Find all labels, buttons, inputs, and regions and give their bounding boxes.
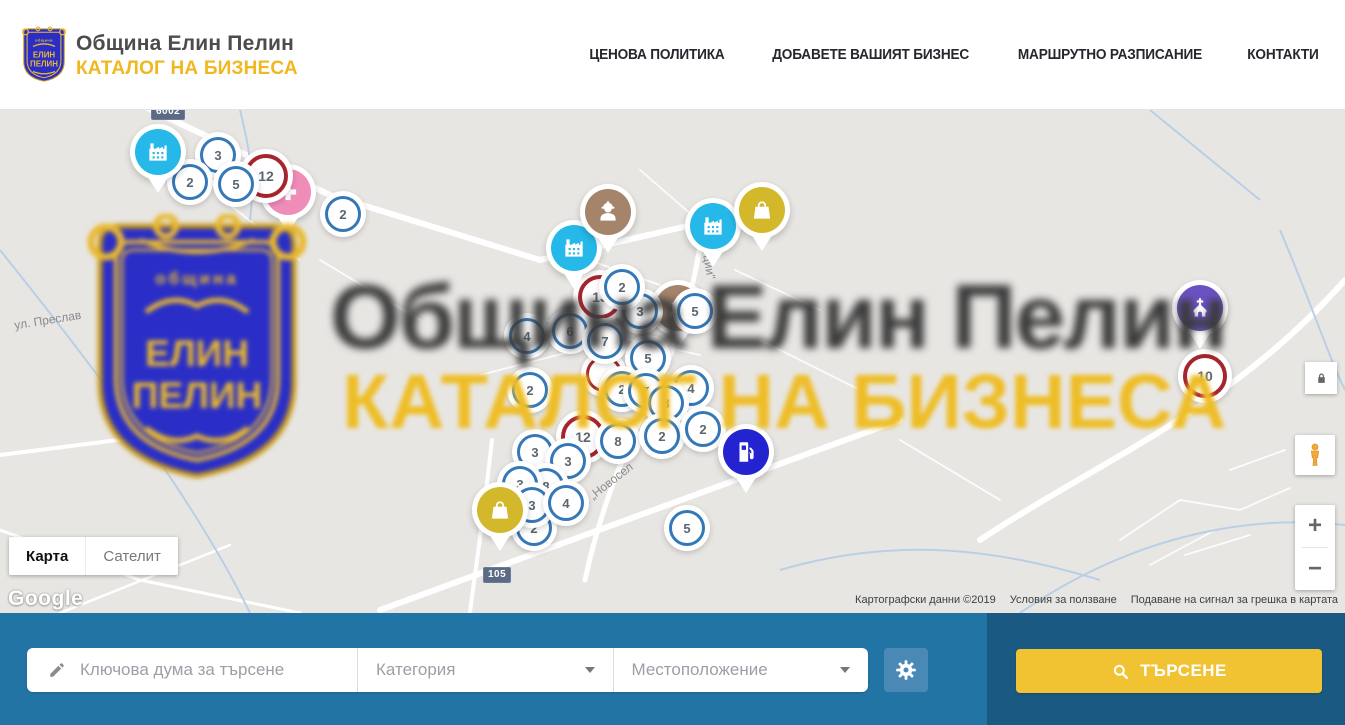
map-cluster-marker[interactable]: 4	[548, 485, 584, 521]
street-view-pegman-button[interactable]	[1295, 435, 1335, 475]
nav-item-route-schedule[interactable]: МАРШРУТНО РАЗПИСАНИЕ	[1018, 47, 1202, 63]
map-cluster-marker[interactable]: 2	[685, 411, 721, 447]
nav-item-pricing-policy[interactable]: ЦЕНОВА ПОЛИТИКА	[589, 47, 724, 63]
svg-text:община: община	[35, 37, 53, 42]
map-pin-factory-icon[interactable]	[135, 129, 181, 175]
map-pin-worker-icon[interactable]	[585, 189, 631, 235]
pin-tail	[563, 272, 585, 289]
pin-tail	[751, 234, 773, 251]
map-cluster-marker[interactable]: 5	[669, 510, 705, 546]
category-dropdown[interactable]: Категория	[358, 648, 613, 692]
map-cluster-marker[interactable]: 5	[630, 340, 666, 376]
search-button-label: ТЪРСЕНЕ	[1140, 661, 1227, 681]
business-catalog-page: община ЕЛИН ПЕЛИН Община Елин Пелин КАТА…	[0, 0, 1345, 725]
map-pin-fuel-pump-icon[interactable]	[723, 429, 769, 475]
pin-tail	[489, 534, 511, 551]
nav-item-add-your-business[interactable]: ДОБАВЕТЕ ВАШИЯТ БИЗНЕС	[772, 47, 969, 63]
pin-tail	[667, 332, 689, 349]
map-pin-factory-icon[interactable]	[551, 225, 597, 271]
map-type-control: Карта Сателит	[9, 537, 178, 575]
header: община ЕЛИН ПЕЛИН Община Елин Пелин КАТА…	[0, 0, 1345, 110]
nav-item-contacts[interactable]: КОНТАКТИ	[1247, 47, 1318, 63]
map-pin-church-icon[interactable]	[1177, 285, 1223, 331]
map-cluster-marker[interactable]: 2	[604, 269, 640, 305]
map-cluster-marker[interactable]: 7	[587, 323, 623, 359]
map-cluster-marker[interactable]: 2	[172, 164, 208, 200]
road-number-badge: 6002	[151, 110, 185, 120]
map-cluster-marker[interactable]: 10	[1183, 354, 1227, 398]
shield-logo-icon: община ЕЛИН ПЕЛИН	[20, 26, 68, 84]
fuel-pump-icon	[733, 439, 759, 465]
pin-tail	[147, 176, 169, 193]
svg-text:ЕЛИН: ЕЛИН	[33, 51, 56, 60]
site-title: Община Елин Пелин	[76, 32, 298, 56]
map-pin-factory-icon[interactable]	[690, 203, 736, 249]
keyword-search-input[interactable]	[80, 660, 330, 680]
shopping-bag-icon	[749, 197, 775, 223]
shopping-bag-icon	[487, 497, 513, 523]
map-cluster-marker[interactable]: 6	[552, 313, 588, 349]
terms-link[interactable]: Условия за ползване	[1010, 594, 1117, 606]
worker-icon	[595, 199, 621, 225]
map-canvas[interactable]: 6002105 ул. Преславбул. „Новоселции" 123…	[0, 110, 1345, 613]
chevron-down-icon	[840, 667, 850, 673]
svg-text:ПЕЛИН: ПЕЛИН	[30, 59, 58, 68]
google-logo[interactable]: Google	[8, 587, 83, 611]
map-type-map-button[interactable]: Карта	[9, 537, 85, 575]
municipality-logo[interactable]: община ЕЛИН ПЕЛИН	[20, 26, 68, 84]
map-cluster-marker[interactable]: 8	[648, 385, 684, 421]
factory-icon	[700, 213, 726, 239]
pin-tail	[597, 236, 619, 253]
chevron-down-icon	[585, 667, 595, 673]
report-error-link[interactable]: Подаване на сигнал за грешка в картата	[1131, 594, 1338, 606]
keyword-section	[27, 648, 357, 692]
map-attribution: Картографски данни ©2019 Условия за полз…	[855, 594, 1338, 606]
zoom-out-button[interactable]: −	[1295, 548, 1335, 590]
map-cluster-marker[interactable]: 8	[600, 423, 636, 459]
category-dropdown-label: Категория	[376, 660, 455, 680]
brand-text: Община Елин Пелин КАТАЛОГ НА БИЗНЕСА	[76, 32, 298, 80]
map-pin-shopping-bag-icon[interactable]	[739, 187, 785, 233]
zoom-control: + −	[1295, 505, 1335, 590]
road-number-badge: 105	[483, 567, 511, 583]
lock-control-button[interactable]	[1305, 362, 1337, 394]
factory-icon	[145, 139, 171, 165]
filter-bar: Категория Местоположение	[27, 648, 868, 692]
pin-tail	[1189, 332, 1211, 349]
search-bar: Категория Местоположение	[0, 613, 1345, 725]
location-dropdown[interactable]: Местоположение	[614, 648, 869, 692]
lock-icon	[1314, 371, 1329, 386]
main-nav: ЦЕНОВА ПОЛИТИКА ДОБАВЕТЕ ВАШИЯТ БИЗНЕС МАР…	[585, 0, 1321, 110]
site-subtitle: КАТАЛОГ НА БИЗНЕСА	[76, 58, 298, 80]
map-copyright: Картографски данни ©2019	[855, 594, 996, 606]
search-button[interactable]: ТЪРСЕНЕ	[1016, 649, 1322, 693]
advanced-settings-button[interactable]	[884, 648, 928, 692]
pin-tail	[735, 476, 757, 493]
search-icon	[1111, 662, 1130, 681]
map-pin-shopping-bag-icon[interactable]	[477, 487, 523, 533]
map-cluster-marker[interactable]: 3	[517, 434, 553, 470]
pin-tail	[277, 216, 299, 233]
zoom-in-button[interactable]: +	[1295, 505, 1335, 547]
church-icon	[1187, 295, 1213, 321]
map-cluster-marker[interactable]: 2	[644, 418, 680, 454]
pin-tail	[702, 250, 724, 267]
pencil-icon	[48, 661, 66, 679]
map-cluster-marker[interactable]: 5	[677, 293, 713, 329]
gear-icon	[894, 658, 918, 682]
map-cluster-marker[interactable]: 5	[218, 166, 254, 202]
map-cluster-marker[interactable]: 4	[509, 318, 545, 354]
pegman-icon	[1302, 442, 1328, 468]
location-dropdown-label: Местоположение	[632, 660, 768, 680]
map-cluster-marker[interactable]: 2	[325, 196, 361, 232]
map-cluster-marker[interactable]: 2	[512, 372, 548, 408]
map-type-satellite-button[interactable]: Сателит	[85, 537, 178, 575]
factory-icon	[561, 235, 587, 261]
